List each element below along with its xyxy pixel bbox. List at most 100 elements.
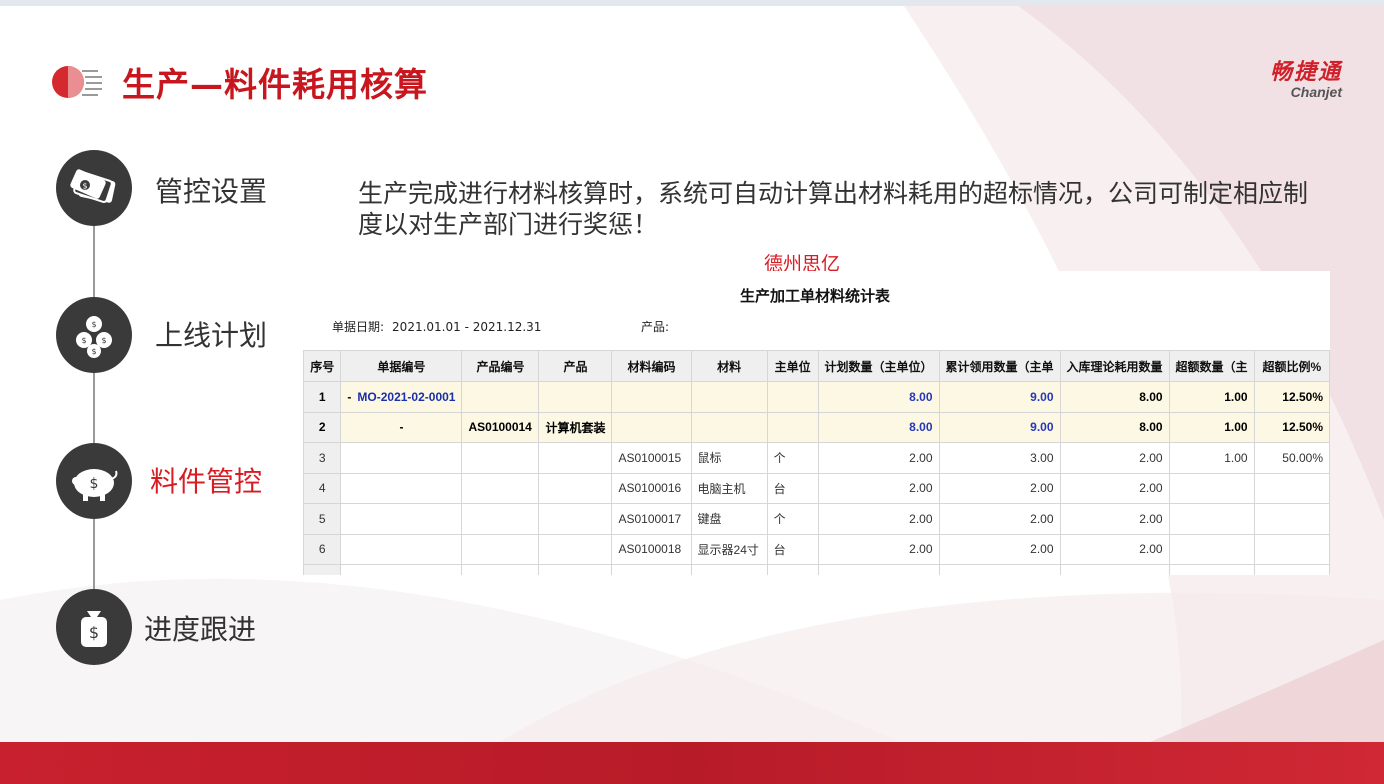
unit-cell <box>766 564 819 575</box>
plan-qty-cell: 2.00 <box>817 503 940 535</box>
unit-cell: 个 <box>766 442 819 474</box>
theory-qty-cell: 8.00 <box>1059 381 1170 413</box>
prod-code-cell <box>461 533 540 565</box>
row-seq: 5 <box>302 503 342 535</box>
table-row[interactable]: 4 AS0100016 电脑主机 台 2.00 2.00 2.00 <box>302 472 1330 504</box>
over-qty-cell <box>1168 564 1255 575</box>
prod-code-cell <box>461 503 540 535</box>
mat-cell <box>690 381 768 413</box>
date-label: 单据日期: <box>332 320 385 334</box>
theory-qty-cell: 2.00 <box>1059 472 1170 504</box>
prod-cell <box>538 472 613 504</box>
unit-cell: 个 <box>766 503 819 535</box>
product-label: 产品: <box>641 320 670 334</box>
bottom-band <box>0 742 1384 784</box>
theory-qty-cell: 2.00 <box>1059 442 1170 474</box>
prod-cell <box>538 533 613 565</box>
mat-cell: 键盘 <box>690 503 768 535</box>
row-seq: 4 <box>302 472 342 504</box>
prod-cell <box>538 503 613 535</box>
used-qty-cell: 9.00 <box>938 411 1061 443</box>
nav-item-launch-plan[interactable]: $ $ $ $ <box>56 297 132 373</box>
prod-cell: 计算机套装 <box>538 411 613 443</box>
mat-cell <box>690 411 768 443</box>
over-qty-cell: 1.00 <box>1168 411 1255 443</box>
col-header[interactable]: 入库理论耗用数量 <box>1059 350 1170 382</box>
slide: 生产—料件耗用核算 畅捷通 Chanjet $ 管控设置 $ $ $ $ 上线计… <box>0 0 1384 784</box>
table-row[interactable]: 5 AS0100017 键盘 个 2.00 2.00 2.00 <box>302 503 1330 535</box>
collapse-toggle[interactable]: - <box>347 390 351 404</box>
used-qty-cell: 3.00 <box>938 442 1061 474</box>
col-header[interactable]: 材料 <box>690 350 768 382</box>
col-header[interactable]: 材料编码 <box>611 350 692 382</box>
plan-qty-cell: 8.00 <box>817 411 940 443</box>
svg-text:$: $ <box>81 336 86 345</box>
row-seq: 2 <box>302 411 342 443</box>
table-row[interactable]: 2 - AS0100014 计算机套装 8.00 9.00 8.00 1.00 … <box>302 411 1330 443</box>
svg-text:$: $ <box>91 347 96 356</box>
nav-label-material-control[interactable]: 料件管控 <box>150 460 262 500</box>
col-header[interactable]: 产品编号 <box>461 350 540 382</box>
nav-item-material-control[interactable]: $ <box>56 443 132 519</box>
nav-item-control-settings[interactable]: $ <box>56 150 132 226</box>
doc-number-link[interactable]: MO-2021-02-0001 <box>357 390 455 404</box>
used-qty-cell: 2.00 <box>938 472 1061 504</box>
cash-cards-icon: $ <box>70 169 116 203</box>
row-seq: 3 <box>302 442 342 474</box>
col-header[interactable]: 超额数量（主 <box>1168 350 1255 382</box>
doc-cell <box>340 503 463 535</box>
col-header[interactable]: 序号 <box>302 350 342 382</box>
over-qty-cell: 1.00 <box>1168 381 1255 413</box>
title-logo-icon <box>52 66 102 98</box>
money-bag-icon: $ <box>81 611 107 647</box>
col-header[interactable]: 计划数量（主单位） <box>817 350 940 382</box>
over-qty-cell <box>1168 533 1255 565</box>
top-border <box>0 0 1384 6</box>
over-ratio-cell: 12.50% <box>1253 381 1330 413</box>
table-row[interactable]: 3 AS0100015 鼠标 个 2.00 3.00 2.00 1.00 50.… <box>302 442 1330 474</box>
doc-cell <box>340 564 463 575</box>
over-qty-cell: 1.00 <box>1168 442 1255 474</box>
collapse-toggle[interactable]: - <box>340 411 463 443</box>
over-ratio-cell <box>1253 533 1330 565</box>
row-seq: 1 <box>302 381 342 413</box>
mat-code-cell: AS0100017 <box>611 503 692 535</box>
coins-icon: $ $ $ $ <box>76 316 112 358</box>
col-header[interactable]: 主单位 <box>766 350 819 382</box>
brand-logo: 畅捷通 Chanjet <box>1270 54 1342 100</box>
plan-qty-cell: 2.00 <box>817 533 940 565</box>
nav-label-control-settings[interactable]: 管控设置 <box>155 170 267 210</box>
mat-cell: 电脑主机 <box>690 472 768 504</box>
mat-cell <box>690 564 768 575</box>
unit-cell: 台 <box>766 472 819 504</box>
svg-text:$: $ <box>91 320 96 329</box>
mat-code-cell: AS0100015 <box>611 442 692 474</box>
col-header[interactable]: 累计领用数量（主单 <box>938 350 1061 382</box>
product-filter: 产品: <box>641 318 669 335</box>
mat-cell: 鼠标 <box>690 442 768 474</box>
col-header[interactable]: 单据编号 <box>340 350 463 382</box>
used-qty-cell: 2.00 <box>938 533 1061 565</box>
nav-item-progress-tracking[interactable]: $ <box>56 589 132 665</box>
over-ratio-cell <box>1253 472 1330 504</box>
table-row[interactable]: 7 <box>302 564 1330 575</box>
table-row[interactable]: 6 AS0100018 显示器24寸 台 2.00 2.00 2.00 <box>302 533 1330 565</box>
over-ratio-cell: 12.50% <box>1253 411 1330 443</box>
mat-code-cell <box>611 564 692 575</box>
col-header[interactable]: 超额比例% <box>1253 350 1330 382</box>
nav-connector-line <box>93 226 95 596</box>
nav-label-launch-plan[interactable]: 上线计划 <box>155 314 267 354</box>
table-row[interactable]: 1 - MO-2021-02-0001 8.00 9.00 8.00 1.00 1… <box>302 381 1330 413</box>
nav-label-progress-tracking[interactable]: 进度跟进 <box>144 608 256 648</box>
brand-name-cn: 畅捷通 <box>1269 60 1342 85</box>
used-qty-cell: 2.00 <box>938 503 1061 535</box>
doc-cell <box>340 533 463 565</box>
col-header[interactable]: 产品 <box>538 350 613 382</box>
over-ratio-cell: 50.00% <box>1253 442 1330 474</box>
doc-cell <box>340 442 463 474</box>
row-seq: 6 <box>302 533 342 565</box>
used-qty-cell <box>938 564 1061 575</box>
theory-qty-cell: 2.00 <box>1059 533 1170 565</box>
date-value: 2021.01.01 - 2021.12.31 <box>392 320 542 334</box>
mat-code-cell: AS0100018 <box>611 533 692 565</box>
